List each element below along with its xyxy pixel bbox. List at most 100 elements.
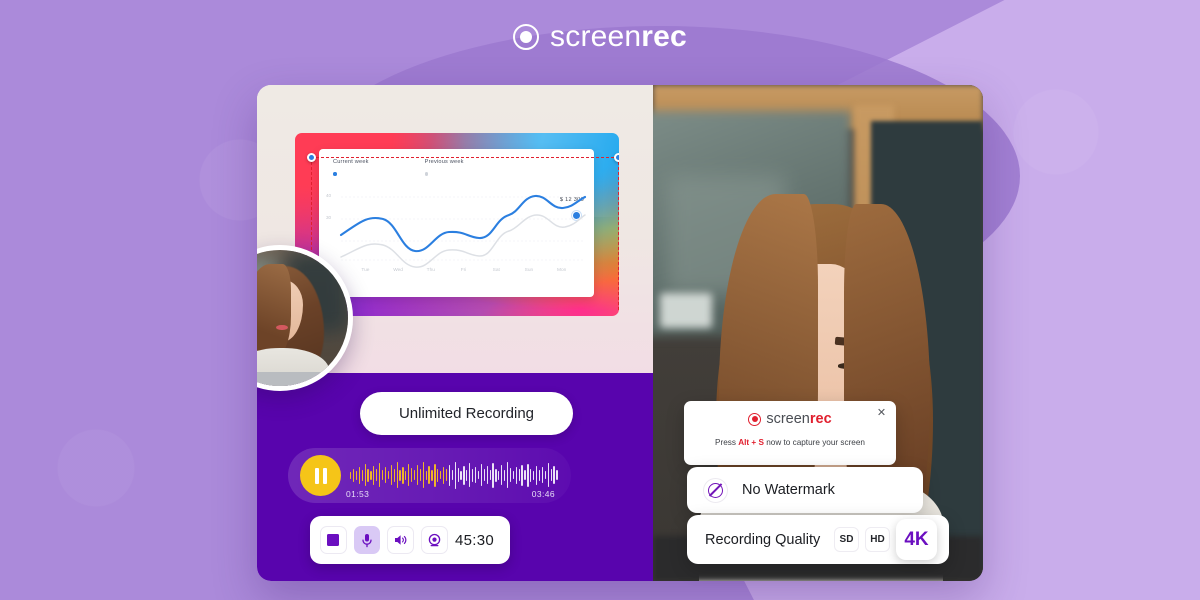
notification-text-before: Press bbox=[715, 438, 739, 447]
waveform-bar bbox=[443, 466, 445, 484]
capture-selection-rectangle[interactable] bbox=[307, 153, 619, 316]
notification-shortcut: Alt + S bbox=[738, 438, 764, 447]
waveform-bar bbox=[472, 468, 474, 482]
waveform-bar bbox=[440, 471, 442, 479]
waveform-bar bbox=[518, 469, 520, 481]
notification-message: Press Alt + S now to capture your screen bbox=[684, 438, 896, 447]
audio-time-total: 03:46 bbox=[531, 489, 555, 499]
waveform-bar bbox=[381, 470, 384, 480]
waveform-bar bbox=[451, 470, 453, 480]
waveform-bar bbox=[379, 463, 381, 487]
waveform-bar bbox=[504, 469, 506, 481]
audio-time-current: 01:53 bbox=[346, 489, 370, 499]
waveform-bar bbox=[550, 469, 552, 481]
waveform-bar bbox=[370, 470, 372, 480]
waveform-bar bbox=[408, 464, 410, 486]
waveform-bar bbox=[512, 471, 514, 479]
webcam-overlay-bubble[interactable] bbox=[257, 245, 353, 391]
brand-logo-text: screenrec bbox=[550, 22, 687, 52]
waveform-bar bbox=[411, 468, 413, 482]
audio-player: 01:53 03:46 bbox=[288, 448, 571, 503]
waveform-bar bbox=[533, 470, 535, 480]
waveform-bar bbox=[495, 468, 497, 482]
waveform-bar bbox=[547, 463, 549, 487]
waveform-bar bbox=[361, 469, 363, 481]
waveform-bar bbox=[384, 467, 387, 483]
record-circle-icon bbox=[748, 412, 762, 426]
waveform-bar bbox=[425, 470, 427, 480]
waveform-bar bbox=[492, 462, 494, 488]
recording-toolbar: 45:30 bbox=[310, 516, 510, 564]
waveform-bar bbox=[457, 468, 459, 482]
waveform-bar bbox=[469, 463, 471, 487]
waveform-bar bbox=[454, 461, 456, 489]
waveform-bar bbox=[364, 464, 366, 486]
waveform-bar bbox=[460, 470, 462, 480]
waveform-bar bbox=[387, 471, 389, 479]
selection-handle-top-left[interactable] bbox=[307, 153, 316, 162]
webcam-photo bbox=[257, 250, 348, 386]
waveform-bar bbox=[553, 466, 555, 484]
stop-button[interactable] bbox=[320, 526, 347, 554]
waveform-bar bbox=[538, 469, 541, 481]
waveform-bar bbox=[437, 468, 439, 482]
waveform-bar bbox=[445, 469, 448, 481]
waveform-bar bbox=[480, 464, 482, 486]
microphone-button[interactable] bbox=[353, 526, 381, 554]
notification-logo-thin: screen bbox=[766, 411, 810, 427]
pause-icon bbox=[314, 467, 319, 484]
audio-waveform[interactable] bbox=[350, 460, 558, 490]
waveform-bar bbox=[358, 466, 360, 484]
waveform-bar bbox=[402, 466, 404, 484]
selection-handle-top-right[interactable] bbox=[614, 153, 619, 162]
waveform-bar bbox=[367, 468, 369, 482]
waveform-bar bbox=[422, 462, 424, 488]
quality-option-hd[interactable]: HD bbox=[865, 527, 890, 552]
pause-icon bbox=[322, 467, 327, 484]
notification-logo-text: screenrec bbox=[766, 412, 831, 427]
waveform-bar bbox=[486, 466, 488, 484]
speaker-button[interactable] bbox=[387, 526, 415, 554]
notification-text-after: now to capture your screen bbox=[763, 438, 865, 447]
waveform-bar bbox=[393, 468, 395, 482]
waveform-bar bbox=[431, 469, 433, 481]
waveform-bar bbox=[373, 465, 375, 485]
waveform-bar bbox=[352, 468, 355, 482]
webcam-person-hair-front bbox=[257, 263, 291, 359]
left-panel: Current week Previous week $ 12 300 40 3… bbox=[257, 85, 653, 581]
notification-logo: screenrec bbox=[684, 412, 896, 427]
waveform-bar bbox=[524, 470, 526, 480]
waveform-bar bbox=[530, 468, 532, 482]
waveform-bar bbox=[509, 468, 512, 482]
brand-logo-bold: rec bbox=[641, 20, 687, 53]
waveform-bar bbox=[428, 466, 430, 484]
waveform-bar bbox=[350, 471, 352, 479]
webcam-laptop bbox=[257, 372, 335, 386]
recording-quality-label: Recording Quality bbox=[705, 531, 821, 548]
waveform-bar bbox=[483, 469, 485, 481]
waveform-bar bbox=[556, 470, 558, 480]
waveform-bar bbox=[419, 469, 421, 481]
waveform-bar bbox=[448, 464, 451, 486]
no-watermark-card[interactable]: No Watermark bbox=[687, 467, 923, 513]
waveform-bar bbox=[376, 469, 378, 481]
unlimited-recording-button[interactable]: Unlimited Recording bbox=[360, 392, 573, 435]
brand-logo: screenrec bbox=[0, 22, 1200, 52]
waveform-bar bbox=[434, 463, 436, 487]
waveform-bar bbox=[515, 466, 517, 484]
quality-option-sd[interactable]: SD bbox=[834, 527, 859, 552]
speaker-icon bbox=[395, 535, 407, 545]
waveform-bar bbox=[506, 462, 509, 488]
pause-button[interactable] bbox=[300, 455, 341, 496]
waveform-bar bbox=[416, 465, 419, 485]
quality-option-4k[interactable]: 4K bbox=[896, 519, 937, 560]
brand-logo-thin: screen bbox=[550, 20, 642, 53]
waveform-bar bbox=[396, 462, 398, 488]
webcam-button[interactable] bbox=[421, 526, 448, 554]
waveform-bar bbox=[477, 471, 480, 479]
waveform-bar bbox=[501, 465, 503, 485]
no-entry-icon bbox=[703, 477, 728, 503]
no-watermark-label: No Watermark bbox=[742, 482, 835, 498]
waveform-bar bbox=[355, 470, 358, 480]
waveform-bar bbox=[390, 465, 392, 485]
